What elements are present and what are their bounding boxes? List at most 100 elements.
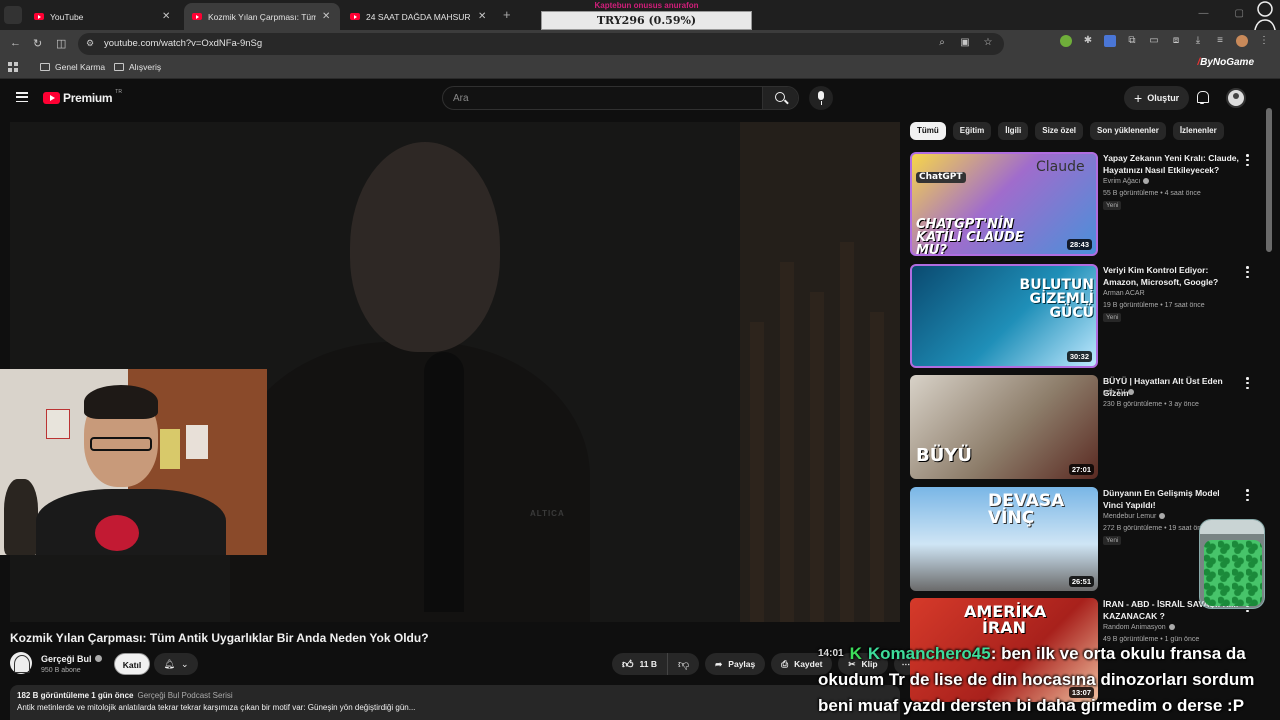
youtube-play-icon bbox=[43, 92, 60, 104]
subscribed-bell-button[interactable]: 🔔︎ ⌄ bbox=[154, 653, 198, 675]
youtube-header: Premium TR + Oluştur bbox=[0, 80, 1280, 116]
more-vertical-icon[interactable] bbox=[1246, 377, 1249, 389]
channel-name[interactable]: Gerçeği Bul bbox=[41, 654, 102, 664]
more-menu-icon[interactable]: ⋮ bbox=[1258, 35, 1270, 47]
site-info-icon[interactable]: ⚙ bbox=[86, 38, 94, 49]
account-avatar[interactable] bbox=[1226, 88, 1246, 108]
chip-size-ozel[interactable]: Size özel bbox=[1035, 122, 1084, 140]
close-tab-icon[interactable]: ✕ bbox=[478, 11, 488, 22]
chip-ilgili[interactable]: İlgili bbox=[998, 122, 1029, 140]
chip-izlenenler[interactable]: İzlenenler bbox=[1172, 122, 1224, 140]
tab-search-dropdown[interactable] bbox=[4, 6, 22, 24]
chat-time: 14:01 bbox=[818, 648, 844, 659]
url-field[interactable]: ⚙ youtube.com/watch?v=OxdNFa-9nSg ⌕ ▣ ☆ bbox=[78, 33, 1004, 55]
verified-icon bbox=[1159, 513, 1166, 520]
video-watermark: ALTICA bbox=[530, 509, 565, 518]
duration-badge: 26:51 bbox=[1068, 576, 1094, 587]
profile-avatar-icon[interactable] bbox=[1236, 35, 1248, 47]
new-tab-button[interactable]: + bbox=[503, 7, 511, 22]
share-label: Paylaş bbox=[728, 659, 756, 669]
create-label: Oluştur bbox=[1147, 93, 1180, 103]
duration-badge: 30:32 bbox=[1066, 351, 1092, 362]
recommendation-item[interactable]: ChatGPT Claude CHATGPT'NİN KATİLİ CLAUDE… bbox=[910, 152, 1260, 256]
back-arrow-icon[interactable]: ← bbox=[10, 37, 21, 49]
video-thumbnail[interactable]: BÜYÜ 27:01 bbox=[910, 375, 1098, 479]
hamburger-menu-icon[interactable] bbox=[16, 92, 28, 102]
browser-tab-youtube[interactable]: YouTube ✕ bbox=[26, 3, 180, 30]
video-thumbnail[interactable]: BULUTUN GİZEMLİ GÜCÜ 30:32 bbox=[910, 264, 1098, 368]
close-tab-icon[interactable]: ✕ bbox=[322, 11, 332, 22]
series-link[interactable]: Gerçeği Bul Podcast Serisi bbox=[137, 691, 232, 700]
share-button[interactable]: ➦ Paylaş bbox=[705, 653, 766, 675]
browser-tab-mahsur[interactable]: 24 SAAT DAĞDA MAHSUR KAL ✕ bbox=[342, 3, 496, 30]
chip-egitim[interactable]: Eğitim bbox=[952, 122, 992, 140]
tab-title: 24 SAAT DAĞDA MAHSUR KAL bbox=[366, 11, 472, 22]
bookmark-folder-alisveris[interactable]: Alışveriş bbox=[114, 62, 161, 72]
reading-list-icon[interactable]: ≡ bbox=[1214, 35, 1226, 47]
new-badge: Yeni bbox=[1103, 313, 1122, 322]
notifications-bell-icon[interactable] bbox=[1196, 91, 1209, 104]
bookmark-star-icon[interactable]: ☆ bbox=[982, 37, 994, 49]
description-box[interactable]: 182 B görüntüleme 1 gün önce Gerçeği Bul … bbox=[10, 685, 900, 720]
join-button[interactable]: Katıl bbox=[114, 653, 150, 675]
currency-ticker: TRY296 (0.59%) bbox=[541, 11, 752, 30]
more-vertical-icon[interactable] bbox=[1246, 266, 1249, 278]
dislike-button[interactable]: 👎︎ bbox=[668, 653, 699, 675]
reload-icon[interactable]: ↻ bbox=[33, 37, 42, 50]
rec-channel[interactable]: Arman ACAR bbox=[1103, 290, 1145, 297]
search-input[interactable] bbox=[443, 87, 763, 109]
rec-channel[interactable]: gdh TV bbox=[1103, 389, 1135, 396]
create-button[interactable]: + Oluştur bbox=[1124, 86, 1190, 110]
rec-stats: 19 B görüntüleme • 17 saat önce bbox=[1103, 302, 1205, 309]
duration-badge: 28:43 bbox=[1066, 239, 1092, 250]
like-button[interactable]: 👍︎ 11 B bbox=[612, 653, 668, 675]
more-vertical-icon[interactable] bbox=[1246, 154, 1249, 166]
video-thumbnail[interactable]: DEVASA VİNÇ 26:51 bbox=[910, 487, 1098, 591]
bookmark-folder-genel-karma[interactable]: Genel Karma bbox=[40, 62, 105, 72]
window-controls: — ▢ bbox=[1199, 8, 1244, 19]
browser-tab-kozmik[interactable]: Kozmik Yılan Çarpması: Tüm An ✕ bbox=[184, 3, 340, 30]
folder-icon bbox=[40, 63, 50, 71]
rec-stats: 272 B görüntüleme • 19 saat önce bbox=[1103, 525, 1209, 532]
apps-grid-icon[interactable] bbox=[8, 62, 18, 72]
rec-channel[interactable]: Mendebur Lemur bbox=[1103, 513, 1166, 520]
url-text: youtube.com/watch?v=OxdNFa-9nSg bbox=[104, 38, 263, 49]
filter-chips: Tümü Eğitim İlgili Size özel Son yüklene… bbox=[910, 122, 1224, 140]
zoom-icon[interactable]: ⌕ bbox=[936, 37, 948, 49]
chip-tumu[interactable]: Tümü bbox=[910, 122, 946, 140]
channel-avatar[interactable] bbox=[10, 652, 32, 674]
sidebar-toggle-icon[interactable]: ◫ bbox=[56, 37, 66, 50]
rec-channel[interactable]: Random Animasyon bbox=[1103, 624, 1175, 631]
share-arrow-icon: ➦ bbox=[715, 658, 723, 669]
search-button[interactable] bbox=[762, 87, 798, 109]
rec-title: Veriyi Kim Kontrol Ediyor: Amazon, Micro… bbox=[1103, 265, 1219, 287]
tab-search-icon[interactable]: ⧈ bbox=[1170, 35, 1182, 47]
extension-icon[interactable] bbox=[1060, 35, 1072, 47]
rec-channel[interactable]: Evrim Ağacı bbox=[1103, 178, 1150, 185]
download-icon[interactable]: ⤓ bbox=[1192, 35, 1204, 47]
maximize-icon[interactable]: ▢ bbox=[1235, 8, 1244, 19]
video-thumbnail[interactable]: ChatGPT Claude CHATGPT'NİN KATİLİ CLAUDE… bbox=[910, 152, 1098, 256]
youtube-premium-logo[interactable]: Premium TR bbox=[43, 89, 122, 105]
recommendation-item[interactable]: BULUTUN GİZEMLİ GÜCÜ 30:32 Veriyi Kim Ko… bbox=[910, 264, 1260, 368]
thumbs-up-icon: 👍︎ bbox=[622, 658, 634, 671]
extensions-icon[interactable]: ⧉ bbox=[1126, 35, 1138, 47]
close-tab-icon[interactable]: ✕ bbox=[162, 11, 172, 22]
thumb-caption: BÜYÜ bbox=[916, 445, 972, 466]
logo-word: Premium bbox=[63, 91, 113, 105]
speaker-body bbox=[230, 342, 590, 622]
media-icon[interactable]: ▭ bbox=[1148, 35, 1160, 47]
more-vertical-icon[interactable] bbox=[1246, 489, 1249, 501]
minimize-icon[interactable]: — bbox=[1199, 8, 1209, 19]
page-scrollbar[interactable] bbox=[1266, 108, 1272, 252]
extension-puzzle-icon[interactable]: ✱ bbox=[1082, 35, 1094, 47]
rec-channel-name: Evrim Ağacı bbox=[1103, 178, 1141, 185]
plus-icon: + bbox=[1134, 90, 1143, 106]
bookmarks-bar: Genel Karma Alışveriş /ByNoGame bbox=[0, 57, 1280, 79]
translate-icon[interactable] bbox=[1104, 35, 1116, 47]
cast-icon[interactable]: ▣ bbox=[959, 37, 971, 49]
chip-son-yuklenenler[interactable]: Son yüklenenler bbox=[1090, 122, 1166, 140]
channel-name-text: Gerçeği Bul bbox=[41, 654, 92, 664]
voice-search-mic-icon[interactable] bbox=[809, 86, 833, 110]
recommendation-item[interactable]: BÜYÜ 27:01 BÜYÜ | Hayatları Alt Üst Eden… bbox=[910, 375, 1260, 479]
